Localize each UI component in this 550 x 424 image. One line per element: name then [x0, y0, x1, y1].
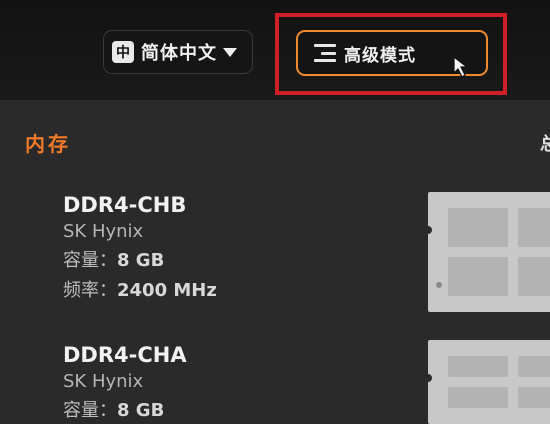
- memory-capacity: 容量：8 GB: [63, 400, 165, 421]
- language-badge-icon: 中: [112, 41, 134, 63]
- memory-capacity: 容量：8 GB: [63, 250, 165, 271]
- memory-item-cha: DDR4-CHA SK Hynix 容量：8 GB: [63, 343, 187, 422]
- ram-module-icon: [424, 192, 550, 312]
- language-selector[interactable]: 中 简体中文: [103, 30, 253, 74]
- chevron-down-icon: [223, 47, 237, 57]
- memory-frequency: 频率：2400 MHz: [63, 280, 217, 301]
- section-title-memory: 内存: [25, 132, 71, 156]
- memory-brand: SK Hynix: [63, 221, 144, 242]
- memory-slot-name: DDR4-CHB: [63, 193, 187, 217]
- highlight-annotation-box: [275, 13, 507, 95]
- language-label: 简体中文: [141, 43, 217, 64]
- section-edge-text: 总: [540, 134, 550, 155]
- ram-module-icon: [424, 340, 550, 424]
- mouse-cursor-icon: [453, 55, 469, 78]
- memory-brand: SK Hynix: [63, 371, 144, 392]
- memory-slot-name: DDR4-CHA: [63, 343, 187, 367]
- memory-item-chb: DDR4-CHB SK Hynix 容量：8 GB 频率：2400 MHz: [63, 193, 217, 302]
